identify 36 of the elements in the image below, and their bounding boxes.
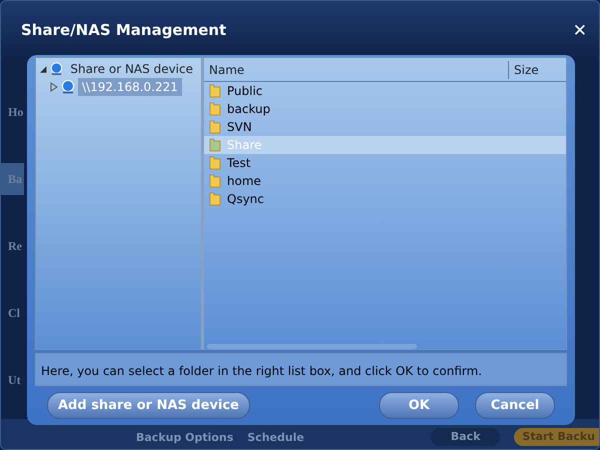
column-header[interactable]: Name: [204, 60, 508, 78]
sidebar-item[interactable]: Ho: [1, 96, 26, 128]
window-title: Share/NAS Management: [21, 20, 226, 41]
folder-icon: [209, 174, 221, 188]
globe-icon: [50, 62, 64, 76]
folder-icon: [209, 102, 221, 116]
folder-row[interactable]: Public: [204, 82, 566, 100]
folder-icon: [209, 120, 221, 134]
folder-row[interactable]: backup: [204, 100, 566, 118]
add-device-button[interactable]: Add share or NAS device: [47, 392, 250, 419]
sidebar-item[interactable]: Re: [1, 230, 24, 262]
back-button[interactable]: Back: [430, 428, 500, 446]
hint-text: Here, you can select a folder in the right list box, and click OK to confirm.: [35, 352, 567, 386]
folder-row[interactable]: Test: [204, 154, 566, 172]
cancel-button[interactable]: Cancel: [475, 392, 555, 419]
globe-icon: [61, 80, 75, 94]
ok-button[interactable]: OK: [379, 392, 459, 419]
column-header[interactable]: Size: [508, 60, 566, 78]
tree-item[interactable]: Share or NAS device: [66, 60, 197, 78]
sidebar-item[interactable]: Ut: [1, 364, 23, 396]
folder-row[interactable]: home: [204, 172, 566, 190]
backup-options-link[interactable]: Backup Options: [136, 430, 234, 446]
sidebar-item[interactable]: Cl: [1, 297, 22, 329]
folder-icon: [209, 192, 221, 206]
schedule-link[interactable]: Schedule: [247, 430, 304, 446]
folder-icon: [209, 84, 221, 98]
tree-item[interactable]: \\192.168.0.221: [78, 78, 182, 96]
close-button[interactable]: ✕: [572, 23, 587, 40]
folder-icon: [209, 156, 221, 170]
scrollbar[interactable]: [207, 344, 417, 348]
start-backup-button[interactable]: Start Backu: [514, 428, 599, 446]
expand-arrow-icon[interactable]: [50, 82, 58, 92]
folder-row[interactable]: SVN: [204, 118, 566, 136]
folder-row[interactable]: Qsync: [204, 190, 566, 208]
folder-icon: [209, 138, 221, 152]
collapse-arrow-icon[interactable]: [40, 64, 48, 74]
